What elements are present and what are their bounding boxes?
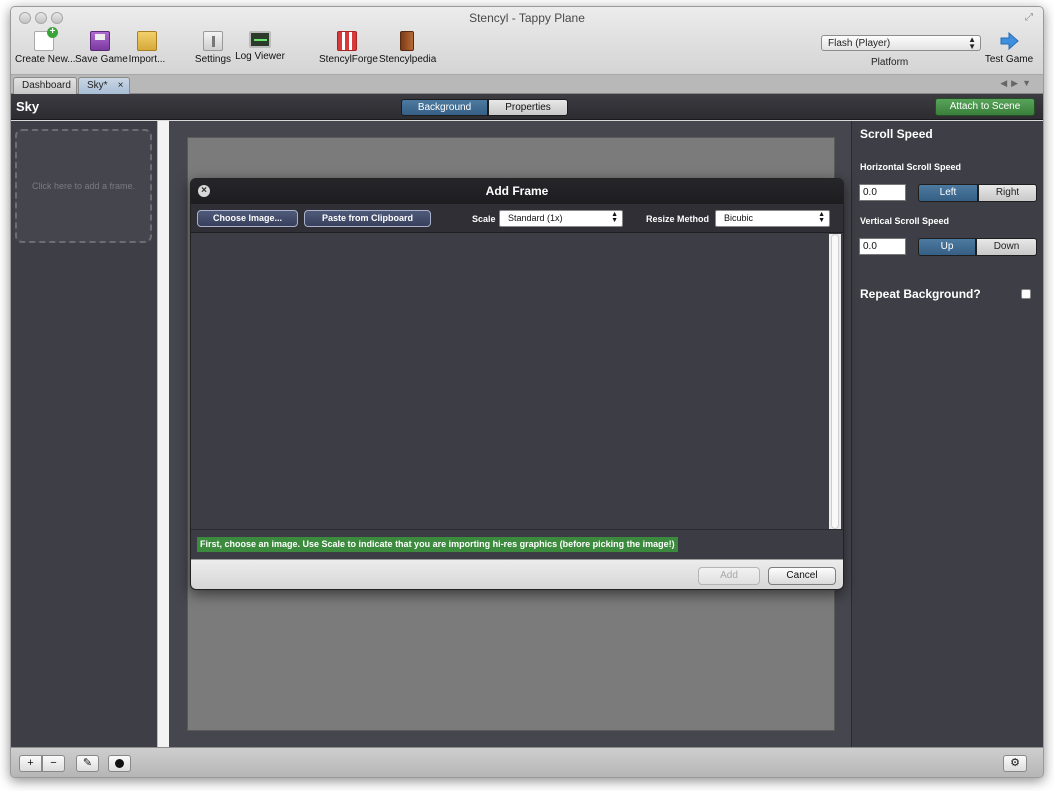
left-direction-button[interactable]: Left [918,184,978,202]
test-game-button[interactable]: Test Game [983,31,1035,73]
dialog-status-bar: First, choose an image. Use Scale to ind… [191,529,843,559]
frames-scrollbar[interactable] [157,121,169,747]
preview-scrollbar[interactable] [829,234,841,529]
status-message: First, choose an image. Use Scale to ind… [197,537,678,552]
page-title: Sky [16,99,40,114]
store-icon [337,31,357,51]
edit-frame-button[interactable]: ✎ [76,755,99,772]
right-direction-button[interactable]: Right [978,184,1037,202]
repeat-background-checkbox[interactable] [1021,289,1031,299]
settings-icon [203,31,223,51]
fullscreen-icon[interactable]: ⤢ [1025,13,1035,23]
vertical-speed-input[interactable] [859,238,906,255]
scroll-speed-heading: Scroll Speed [860,127,933,141]
scrollbar-thumb[interactable] [831,234,839,529]
log-viewer-button[interactable]: Log Viewer [235,31,285,73]
image-preview-area [191,234,829,529]
dialog-title: Add Frame [485,184,549,198]
add-frame-slot[interactable]: Click here to add a frame. [15,129,152,243]
choose-image-button[interactable]: Choose Image... [197,210,298,227]
platform-select[interactable]: Flash (Player) ▲ ▼ [821,35,981,51]
add-frame-dialog: × Add Frame Choose Image... Paste from C… [190,178,844,590]
select-arrows-icon: ▲ ▼ [818,211,825,224]
stencylforge-button[interactable]: StencylForge [319,31,378,73]
up-direction-button[interactable]: Up [918,238,976,256]
dialog-toolbar: Choose Image... Paste from Clipboard Sca… [191,204,843,233]
horizontal-speed-input[interactable] [859,184,906,201]
settings-button[interactable]: Settings [193,31,233,73]
import-button[interactable]: Import... [127,31,167,73]
frames-panel: Click here to add a frame. [11,121,157,747]
resize-method-label: Resize Method [646,214,710,224]
scale-label: Scale [472,214,496,224]
tab-bar: Dashboard Sky* × ◀▶▼ [11,75,1043,94]
select-arrows-icon: ▲ ▼ [611,211,618,224]
paste-from-clipboard-button[interactable]: Paste from Clipboard [304,210,431,227]
title-bar: Stencyl - Tappy Plane ⤢ + Create New... … [11,7,1043,75]
repeat-background-label: Repeat Background? [860,287,981,301]
record-button[interactable] [108,755,131,772]
window-title: Stencyl - Tappy Plane [469,11,585,25]
resize-method-select[interactable]: Bicubic ▲ ▼ [715,210,830,227]
save-game-button[interactable]: Save Game [75,31,128,73]
tab-sky[interactable]: Sky* × [78,77,130,94]
editor-header: Sky Background Properties Attach to Scen… [11,94,1043,120]
import-icon [137,31,157,51]
tab-dashboard[interactable]: Dashboard [13,77,77,94]
remove-frame-button[interactable]: − [42,755,65,772]
properties-panel: Scroll Speed Horizontal Scroll Speed Lef… [851,121,1043,747]
add-button[interactable]: Add [698,567,760,585]
horizontal-scroll-label: Horizontal Scroll Speed [860,162,962,172]
gear-icon: ⚙ [1010,757,1020,769]
save-icon [90,31,110,51]
down-direction-button[interactable]: Down [976,238,1037,256]
dialog-title-bar: × Add Frame [191,179,843,204]
attach-to-scene-button[interactable]: Attach to Scene [935,98,1035,116]
platform-label: Platform [871,57,909,68]
book-icon [400,31,414,51]
create-new-icon: + [34,27,58,51]
vertical-scroll-label: Vertical Scroll Speed [860,216,950,226]
close-tab-icon[interactable]: × [118,80,124,91]
stencylpedia-button[interactable]: Stencylpedia [379,31,436,73]
create-new-button[interactable]: + Create New... [15,27,76,73]
cancel-button[interactable]: Cancel [768,567,836,585]
log-viewer-icon [249,31,271,48]
select-arrows-icon: ▲ ▼ [968,35,976,51]
arrow-right-icon [999,31,1019,51]
scale-select[interactable]: Standard (1x) ▲ ▼ [499,210,623,227]
gear-menu-button[interactable]: ⚙ [1003,755,1027,772]
tab-nav-arrows-icon[interactable]: ◀▶▼ [1000,78,1035,89]
bottom-bar: + − ✎ ⚙ [11,747,1043,777]
tab-properties[interactable]: Properties [488,99,568,116]
circle-icon [115,759,124,768]
add-frame-button[interactable]: + [19,755,42,772]
dialog-footer: Add Cancel [191,559,843,589]
pencil-icon: ✎ [82,757,93,769]
tab-background[interactable]: Background [401,99,488,116]
